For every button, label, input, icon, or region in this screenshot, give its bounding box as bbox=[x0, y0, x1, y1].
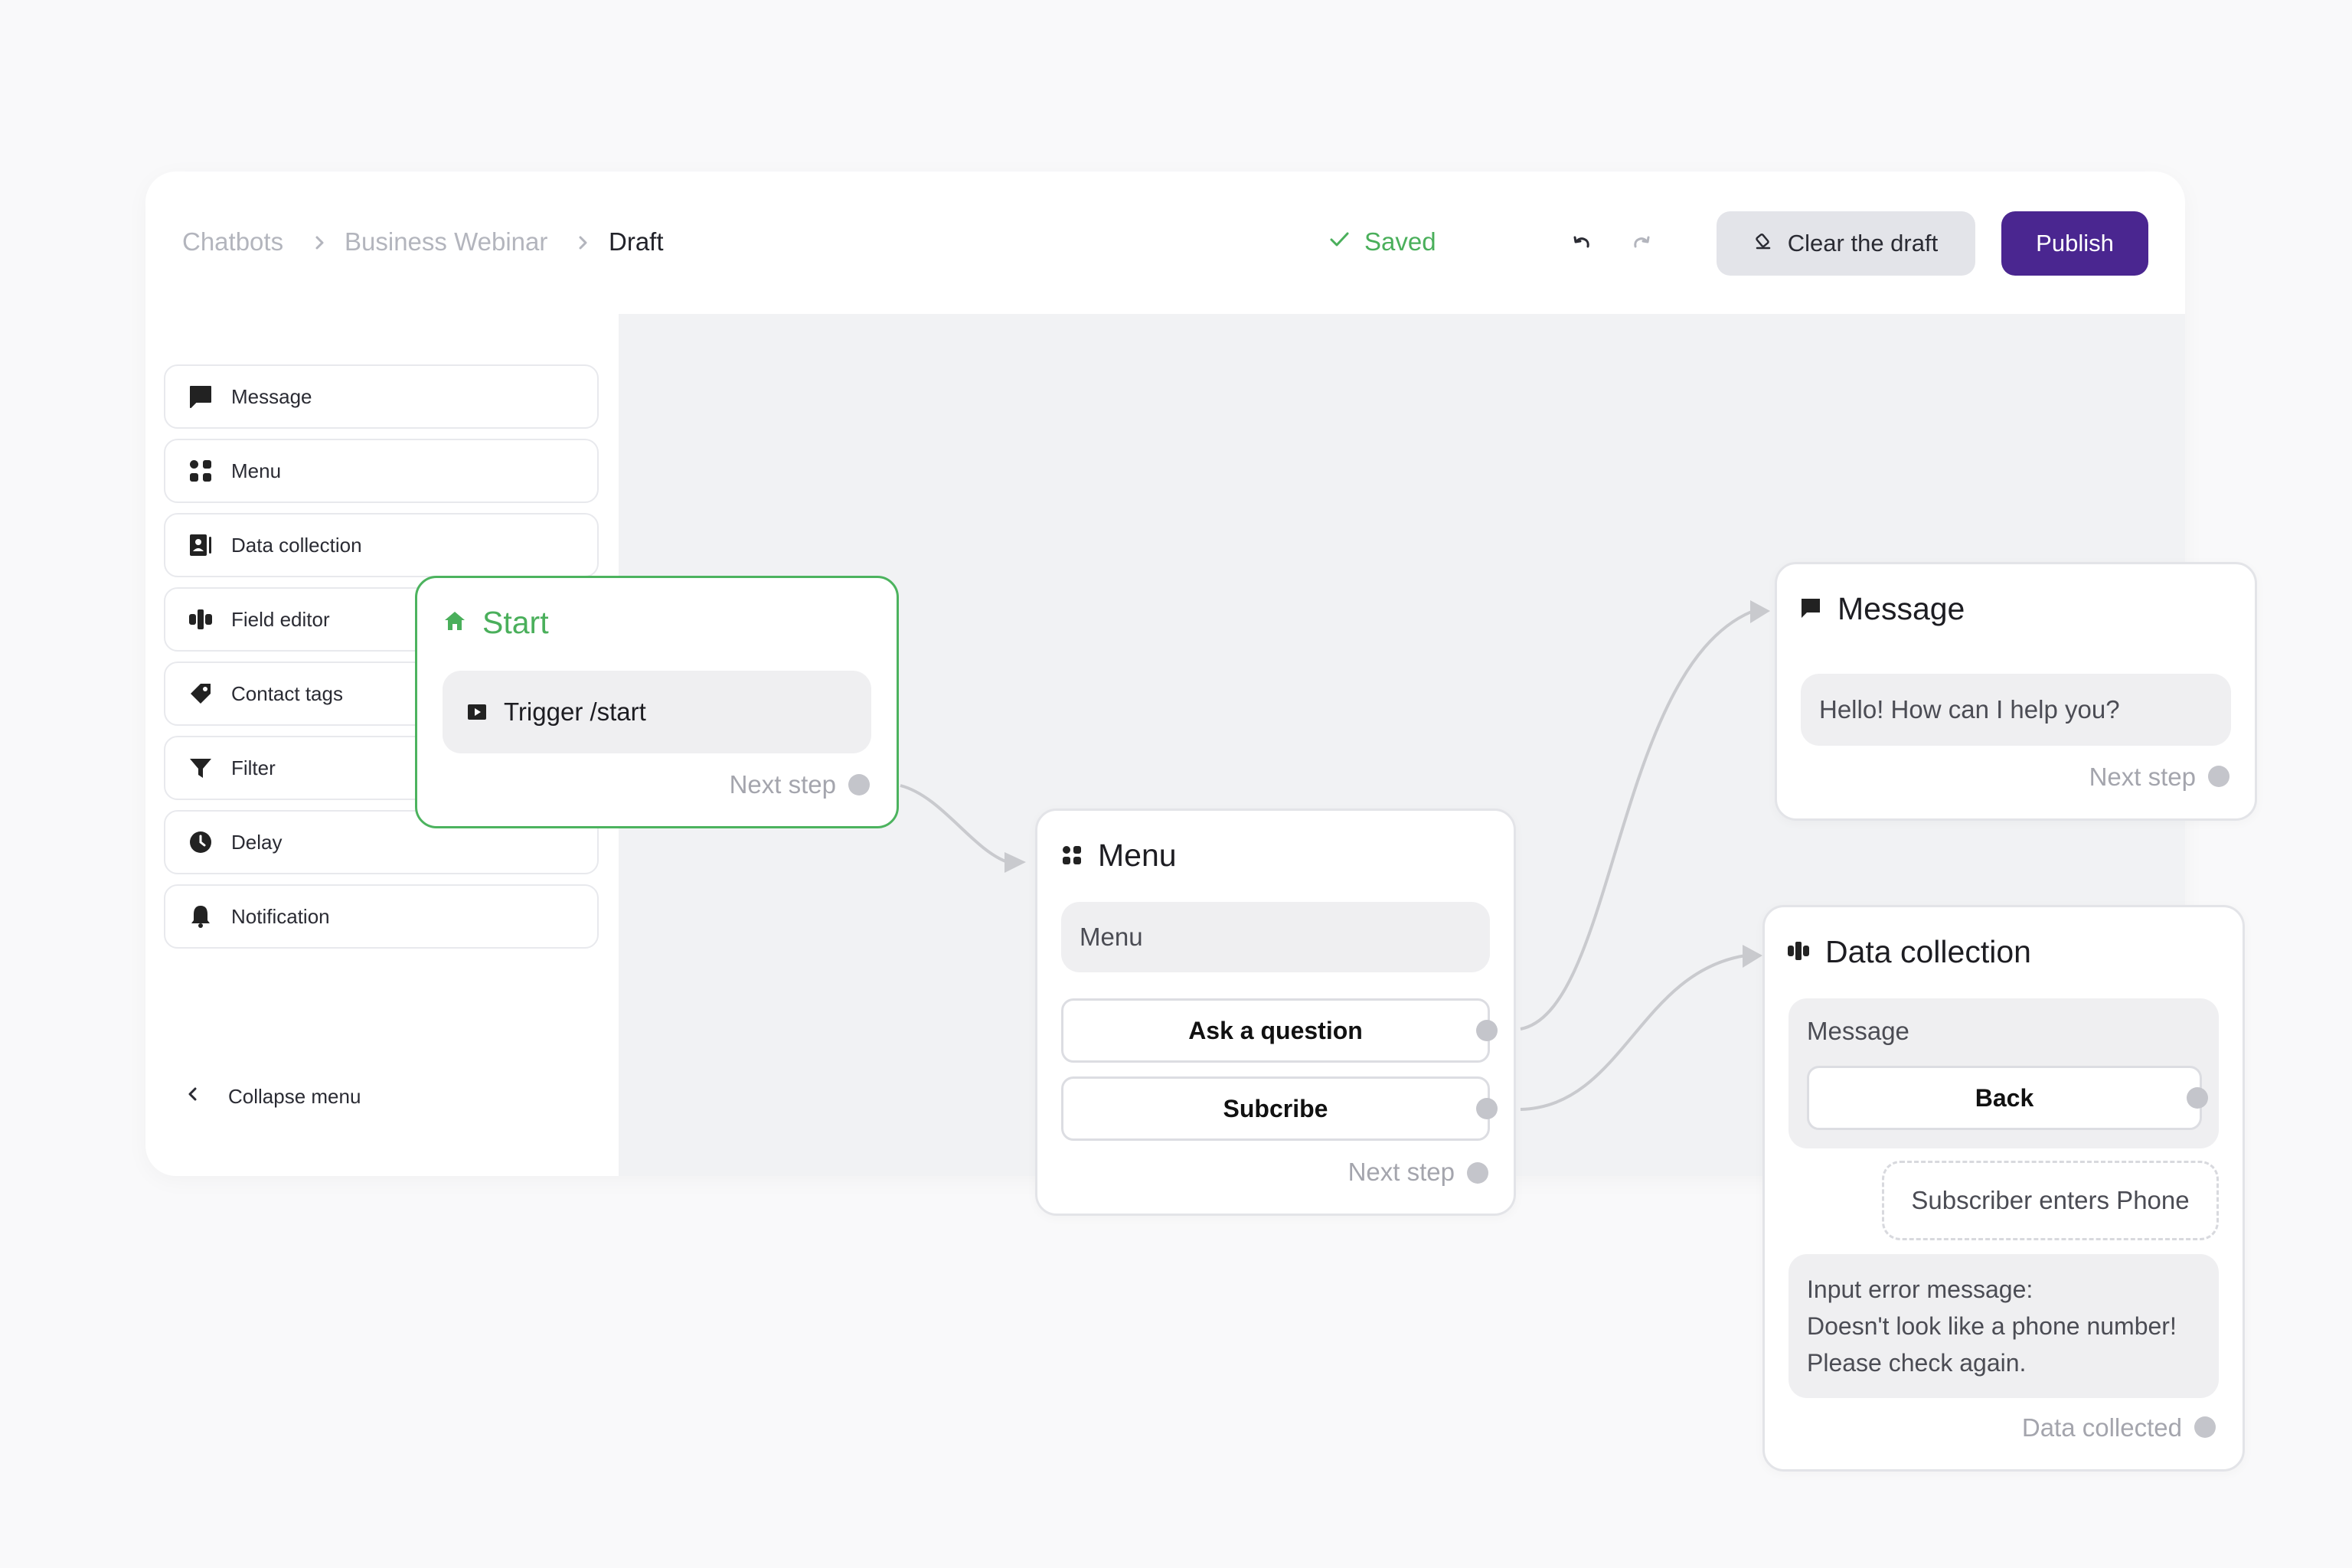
clear-draft-label: Clear the draft bbox=[1787, 230, 1939, 256]
chevron-right-icon bbox=[309, 230, 331, 256]
data-collection-back-button[interactable]: Back bbox=[1807, 1066, 2202, 1130]
message-node-title: Message bbox=[1799, 591, 1965, 627]
data-collected-output-port[interactable] bbox=[2194, 1416, 2216, 1438]
data-collection-title-label: Data collection bbox=[1825, 934, 2031, 969]
menu-text-pill[interactable]: Menu bbox=[1061, 902, 1490, 972]
chevron-right-icon bbox=[573, 230, 594, 256]
clear-draft-button[interactable]: Clear the draft bbox=[1717, 211, 1975, 276]
sidebar-item-menu[interactable]: Menu bbox=[164, 439, 599, 503]
speech-bubble-icon bbox=[185, 381, 216, 412]
sidebar-item-label: Data collection bbox=[231, 533, 362, 557]
saved-status: Saved bbox=[1328, 227, 1436, 257]
home-icon bbox=[443, 605, 467, 641]
menu-title-label: Menu bbox=[1098, 838, 1177, 873]
error-message-line: Input error message: bbox=[1807, 1276, 2034, 1303]
trigger-icon bbox=[466, 701, 488, 724]
tag-icon bbox=[185, 678, 216, 709]
start-output-port[interactable] bbox=[848, 774, 870, 795]
sidebar-item-data-collection[interactable]: Data collection bbox=[164, 513, 599, 577]
message-next-step-label: Next step bbox=[2089, 763, 2196, 791]
sidebar-item-label: Contact tags bbox=[231, 681, 343, 705]
menu-option-ask-question[interactable]: Ask a question bbox=[1061, 998, 1490, 1063]
message-title-label: Message bbox=[1838, 591, 1965, 626]
sidebar-item-label: Field editor bbox=[231, 607, 330, 631]
field-editor-icon bbox=[185, 604, 216, 635]
bell-icon bbox=[185, 901, 216, 932]
clock-icon bbox=[185, 827, 216, 858]
data-collection-node-title: Data collection bbox=[1787, 934, 2031, 970]
menu-output-port[interactable] bbox=[1467, 1162, 1488, 1184]
breadcrumb-current: Draft bbox=[609, 227, 664, 256]
check-icon bbox=[1328, 227, 1351, 256]
chevron-left-icon bbox=[184, 1083, 202, 1110]
speech-bubble-icon bbox=[1799, 591, 1822, 627]
collapse-menu-label: Collapse menu bbox=[228, 1084, 361, 1108]
start-node-title: Start bbox=[443, 605, 549, 641]
subscriber-input-step[interactable]: Subscriber enters Phone bbox=[1882, 1161, 2219, 1240]
start-next-step-label: Next step bbox=[729, 770, 836, 799]
sidebar-item-notification[interactable]: Notification bbox=[164, 884, 599, 949]
menu-next-step-label: Next step bbox=[1348, 1158, 1455, 1186]
menu-option-subscribe[interactable]: Subcribe bbox=[1061, 1076, 1490, 1141]
contact-card-icon bbox=[185, 530, 216, 560]
data-collected-label: Data collected bbox=[2021, 1413, 2182, 1442]
breadcrumb-chatbots[interactable]: Chatbots bbox=[182, 227, 283, 257]
publish-button[interactable]: Publish bbox=[2001, 211, 2148, 276]
undo-icon[interactable] bbox=[1566, 228, 1596, 257]
menu-node-title: Menu bbox=[1061, 838, 1177, 874]
error-message-line: Doesn't look like a phone number! bbox=[1807, 1312, 2177, 1340]
input-error-message-block[interactable]: Input error message: Doesn't look like a… bbox=[1788, 1254, 2219, 1398]
back-output-port[interactable] bbox=[2187, 1087, 2208, 1109]
ask-question-output-port[interactable] bbox=[1476, 1020, 1498, 1041]
sidebar-item-label: Message bbox=[231, 384, 312, 408]
sidebar-item-label: Filter bbox=[231, 756, 276, 779]
error-message-line: Please check again. bbox=[1807, 1349, 2027, 1377]
sidebar-item-message[interactable]: Message bbox=[164, 364, 599, 429]
grid-dots-icon bbox=[1061, 838, 1083, 874]
message-output-port[interactable] bbox=[2208, 766, 2230, 787]
eraser-icon bbox=[1754, 230, 1774, 257]
data-collection-message-label: Message bbox=[1807, 1017, 1909, 1045]
start-title-label: Start bbox=[482, 605, 549, 640]
collapse-menu-button[interactable]: Collapse menu bbox=[184, 1081, 361, 1112]
sidebar-item-label: Delay bbox=[231, 830, 283, 854]
field-editor-icon bbox=[1787, 934, 1810, 970]
sidebar-item-label: Menu bbox=[231, 459, 282, 482]
subscribe-output-port[interactable] bbox=[1476, 1098, 1498, 1119]
trigger-label: Trigger /start bbox=[504, 697, 646, 726]
redo-icon[interactable] bbox=[1628, 228, 1657, 257]
grid-dots-icon bbox=[185, 456, 216, 486]
trigger-pill[interactable]: Trigger /start bbox=[443, 671, 871, 753]
funnel-icon bbox=[185, 753, 216, 783]
breadcrumb-bot[interactable]: Business Webinar bbox=[345, 227, 547, 257]
message-text-pill[interactable]: Hello! How can I help you? bbox=[1801, 674, 2231, 746]
sidebar-item-label: Notification bbox=[231, 904, 330, 928]
saved-label: Saved bbox=[1364, 227, 1436, 256]
